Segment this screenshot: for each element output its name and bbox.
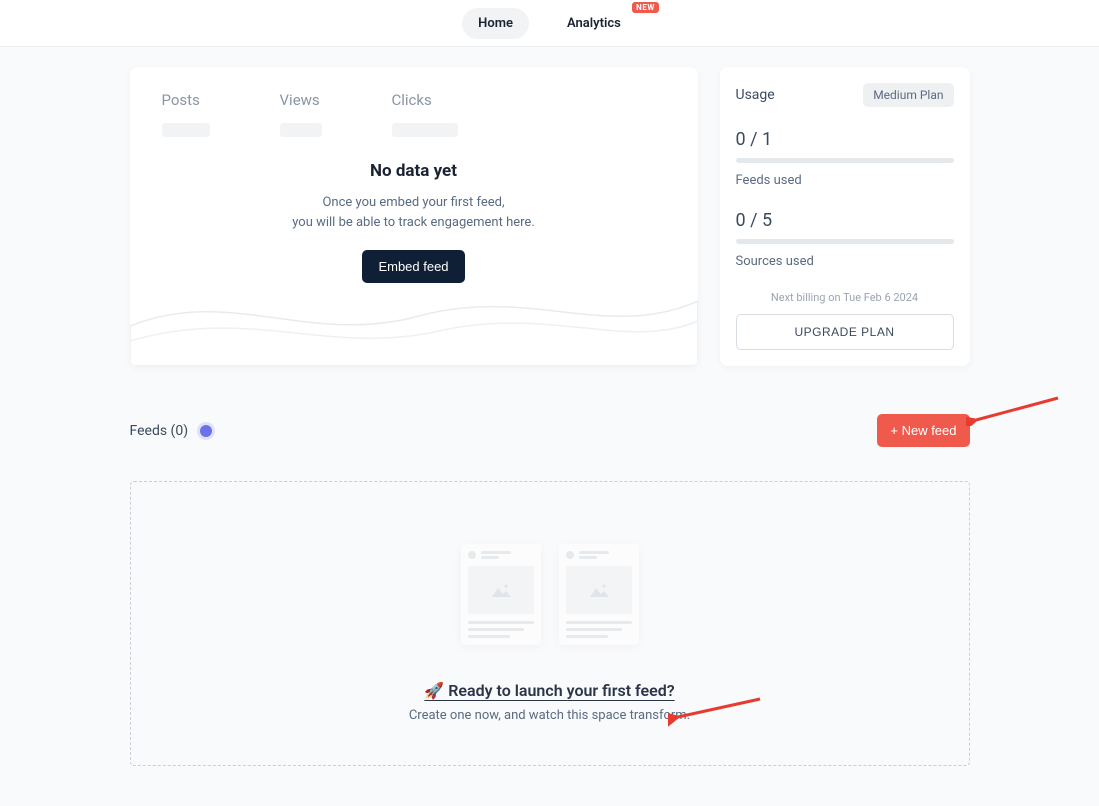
billing-text: Next billing on Tue Feb 6 2024 [736, 291, 954, 304]
stat-posts-label: Posts [162, 91, 210, 109]
no-data-line2: you will be able to track engagement her… [292, 215, 535, 230]
usage-feeds-metric: 0 / 1 Feeds used [736, 129, 954, 188]
embed-feed-button[interactable]: Embed feed [362, 250, 464, 283]
usage-sources-metric: 0 / 5 Sources used [736, 210, 954, 269]
no-data-title: No data yet [162, 161, 666, 181]
usage-feeds-label: Feeds used [736, 173, 954, 188]
new-badge: NEW [632, 2, 659, 13]
engagement-card: Posts Views Clicks No data yet [130, 67, 698, 366]
stat-views-skeleton [280, 123, 322, 137]
feeds-header-left: Feeds (0) [130, 423, 213, 439]
stat-posts: Posts [162, 91, 210, 137]
stat-posts-skeleton [162, 123, 210, 137]
tab-analytics-label: Analytics [567, 16, 621, 31]
placeholder-post-card [461, 544, 541, 645]
usage-sources-bar [736, 239, 954, 244]
tab-home[interactable]: Home [462, 8, 529, 39]
usage-card: Usage Medium Plan 0 / 1 Feeds used 0 / 5… [720, 67, 970, 366]
no-data-line1: Once you embed your first feed, [322, 195, 504, 210]
new-feed-button[interactable]: + New feed [877, 414, 969, 447]
stat-clicks-label: Clicks [392, 91, 458, 109]
stats-row: Posts Views Clicks [162, 91, 666, 137]
stat-clicks: Clicks [392, 91, 458, 137]
empty-illustration [151, 544, 949, 645]
feeds-count-title: Feeds (0) [130, 423, 189, 439]
usage-sources-label: Sources used [736, 254, 954, 269]
image-placeholder-icon [587, 581, 611, 599]
usage-feeds-bar [736, 158, 954, 163]
launch-first-feed-link[interactable]: 🚀 Ready to launch your first feed? [424, 681, 674, 700]
top-nav: Home Analytics NEW [0, 0, 1099, 47]
stat-views-label: Views [280, 91, 322, 109]
tab-analytics[interactable]: Analytics NEW [551, 8, 637, 39]
stat-views: Views [280, 91, 322, 137]
indicator-dot-icon [200, 425, 212, 437]
stat-clicks-skeleton [392, 123, 458, 137]
usage-title: Usage [736, 87, 775, 103]
launch-subtext: Create one now, and watch this space tra… [151, 708, 949, 723]
upgrade-plan-button[interactable]: UPGRADE PLAN [736, 314, 954, 350]
image-placeholder-icon [489, 581, 513, 599]
usage-feeds-value: 0 / 1 [736, 129, 954, 150]
placeholder-post-card [559, 544, 639, 645]
empty-feeds-panel: 🚀 Ready to launch your first feed? Creat… [130, 481, 970, 766]
plan-badge: Medium Plan [863, 83, 953, 107]
no-data-text: Once you embed your first feed, you will… [162, 193, 666, 232]
usage-sources-value: 0 / 5 [736, 210, 954, 231]
